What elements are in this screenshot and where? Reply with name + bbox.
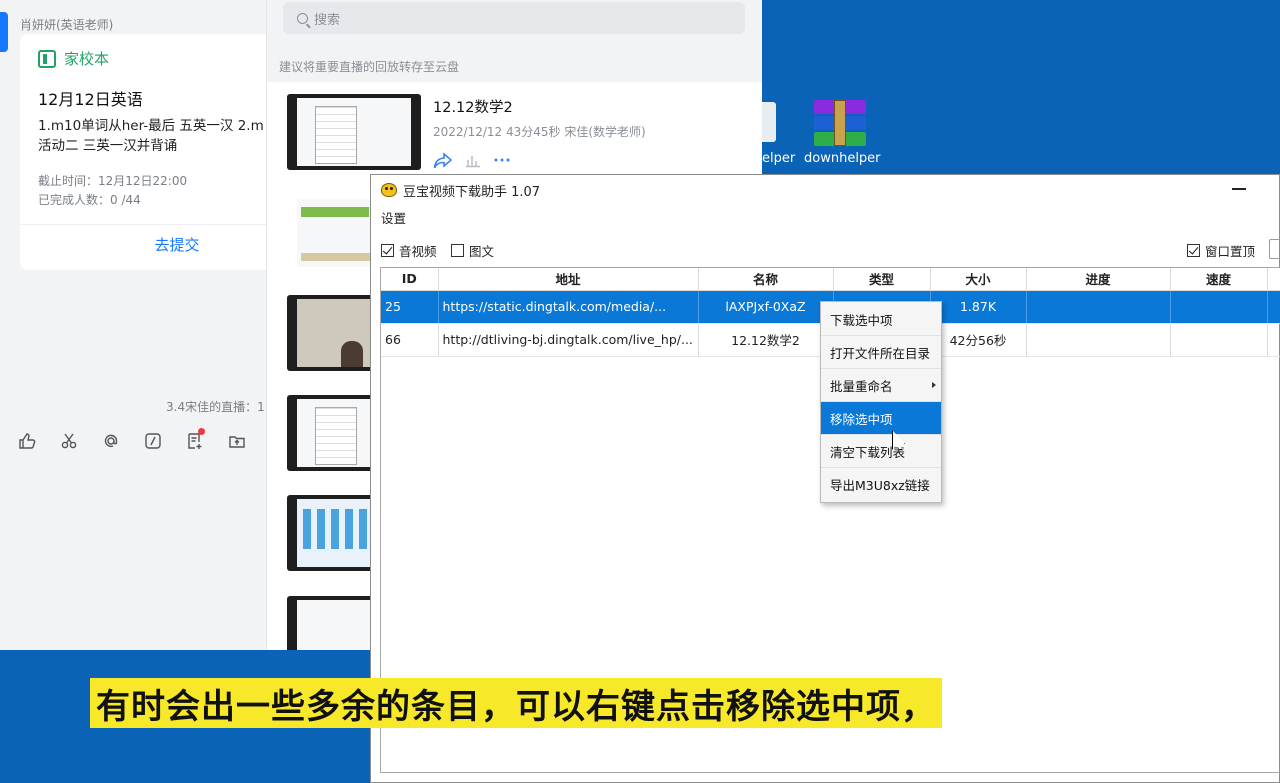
menu-item-batch-rename[interactable]: 批量重命名 bbox=[821, 369, 941, 402]
column-header[interactable]: 地址 bbox=[438, 268, 699, 291]
cell-speed bbox=[1170, 323, 1268, 357]
window-title: 豆宝视频下载助手 1.07 bbox=[403, 184, 541, 200]
column-header[interactable]: 类型 bbox=[833, 268, 931, 291]
thumbs-up-icon[interactable] bbox=[16, 430, 37, 451]
playback-list-header: 搜索 建议将重要直播的回放转存至云盘 bbox=[267, 0, 762, 82]
stats-icon[interactable] bbox=[465, 152, 481, 174]
cell-size: 1.87K bbox=[930, 290, 1027, 324]
search-icon bbox=[297, 12, 308, 24]
desktop-icon-label[interactable]: elper bbox=[762, 151, 795, 166]
card-body: 1.m10单词从her-最后 五英一汉 2.m 活动二 三英一汉并背诵 bbox=[38, 116, 266, 156]
cell-name: lAXPJxf-0XaZ bbox=[698, 290, 834, 324]
app-badge[interactable] bbox=[0, 12, 8, 52]
menu-item-clear-list[interactable]: 清空下载列表 bbox=[821, 435, 941, 468]
menu-item-export-m3u8[interactable]: 导出M3U8xz链接 bbox=[821, 468, 941, 501]
cell-url: https://static.dingtalk.com/media/... bbox=[438, 290, 699, 324]
submenu-arrow-icon bbox=[932, 382, 936, 388]
share-icon[interactable] bbox=[433, 152, 453, 174]
menu-item-remove-selected[interactable]: 移除选中项 bbox=[821, 402, 941, 435]
chat-toolbar bbox=[16, 428, 247, 451]
cell-filler bbox=[1267, 290, 1280, 324]
upload-icon[interactable] bbox=[226, 430, 247, 451]
card-body-line: 1.m10单词从her-最后 五英一汉 2.m bbox=[38, 118, 264, 134]
submit-button[interactable]: 去提交 bbox=[20, 234, 266, 255]
recording-thumbnail[interactable] bbox=[287, 94, 421, 170]
cloud-storage-tip: 建议将重要直播的回放转存至云盘 bbox=[279, 60, 460, 74]
cell-speed bbox=[1170, 290, 1268, 324]
menubar: 设置 bbox=[371, 205, 1279, 229]
window-titlebar[interactable]: 豆宝视频下载助手 1.07 bbox=[371, 175, 1279, 205]
recording-title[interactable]: 12.12数学2 bbox=[433, 96, 513, 117]
subtitle-caption: 有时会出一些多余的条目，可以右键点击移除选中项， bbox=[90, 678, 942, 728]
checkbox-label: 音视频 bbox=[399, 244, 437, 259]
cell-progress bbox=[1026, 290, 1171, 324]
table-header: ID 地址 名称 类型 大小 进度 速度 bbox=[381, 268, 1280, 291]
card-title: 12月12日英语 bbox=[38, 90, 143, 109]
cell-id: 66 bbox=[381, 323, 439, 357]
chat-note: 3.4宋佳的直播：1 bbox=[166, 400, 265, 414]
desktop-icon-label[interactable]: downhelper bbox=[804, 151, 881, 166]
slash-icon[interactable] bbox=[142, 430, 163, 451]
partial-button[interactable] bbox=[1269, 239, 1280, 259]
chat-panel: 肖妍妍(英语老师) 家校本 12月12日英语 1.m10单词从her-最后 五英… bbox=[0, 0, 266, 650]
card-completed-count: 已完成人数：0 /44 bbox=[38, 193, 141, 207]
card-app-name: 家校本 bbox=[64, 50, 110, 68]
cell-progress bbox=[1026, 323, 1171, 357]
desktop-app-icon[interactable] bbox=[762, 102, 776, 142]
checkbox-box[interactable] bbox=[451, 244, 464, 257]
minimize-button[interactable] bbox=[1232, 188, 1246, 190]
pin-window-checkbox[interactable]: 窗口置顶 bbox=[1187, 241, 1255, 260]
column-header[interactable]: 进度 bbox=[1026, 268, 1171, 291]
search-placeholder: 搜索 bbox=[314, 12, 341, 28]
column-header-filler bbox=[1267, 268, 1280, 291]
image-text-checkbox[interactable]: 图文 bbox=[451, 241, 494, 260]
filter-options: 音视频 图文 窗口置顶 bbox=[371, 237, 1279, 261]
winrar-archive-icon[interactable] bbox=[814, 100, 866, 146]
column-header[interactable]: ID bbox=[381, 268, 439, 291]
context-menu: 下载选中项 打开文件所在目录 批量重命名 移除选中项 清空下载列表 导出M3U8… bbox=[820, 301, 942, 503]
checkbox-box[interactable] bbox=[381, 244, 394, 257]
recording-actions bbox=[433, 152, 511, 174]
task-icon[interactable] bbox=[184, 428, 205, 451]
at-icon[interactable] bbox=[100, 430, 121, 451]
checkbox-box[interactable] bbox=[1187, 244, 1200, 257]
homework-book-icon bbox=[38, 49, 56, 68]
column-header[interactable]: 速度 bbox=[1170, 268, 1268, 291]
cell-id: 25 bbox=[381, 290, 439, 324]
cell-size: 42分56秒 bbox=[930, 323, 1027, 357]
menu-item-label: 批量重命名 bbox=[830, 378, 893, 394]
notification-dot bbox=[198, 428, 205, 435]
menu-settings[interactable]: 设置 bbox=[381, 208, 406, 227]
cell-url: http://dtliving-bj.dingtalk.com/live_hp/… bbox=[438, 323, 699, 357]
menu-item-open-folder[interactable]: 打开文件所在目录 bbox=[821, 336, 941, 369]
cell-name: 12.12数学2 bbox=[698, 323, 834, 357]
checkbox-label: 窗口置顶 bbox=[1205, 244, 1256, 259]
column-header[interactable]: 大小 bbox=[930, 268, 1027, 291]
scissors-icon[interactable] bbox=[58, 430, 79, 451]
column-header[interactable]: 名称 bbox=[698, 268, 834, 291]
sender-name: 肖妍妍(英语老师) bbox=[20, 18, 114, 32]
search-input[interactable]: 搜索 bbox=[283, 2, 745, 34]
recording-meta: 2022/12/12 43分45秒 宋佳(数学老师) bbox=[433, 125, 646, 139]
checkbox-label: 图文 bbox=[469, 244, 495, 259]
cell-filler bbox=[1267, 323, 1280, 357]
card-deadline: 截止时间：12月12日22:00 bbox=[38, 174, 188, 188]
bean-app-icon bbox=[381, 183, 397, 197]
more-icon[interactable] bbox=[493, 152, 511, 174]
audio-video-checkbox[interactable]: 音视频 bbox=[381, 241, 437, 260]
card-body-line: 活动二 三英一汉并背诵 bbox=[38, 138, 178, 154]
homework-card[interactable]: 家校本 12月12日英语 1.m10单词从her-最后 五英一汉 2.m 活动二… bbox=[20, 34, 266, 270]
menu-item-download-selected[interactable]: 下载选中项 bbox=[821, 303, 941, 336]
card-app-header: 家校本 bbox=[38, 48, 109, 69]
card-divider bbox=[20, 224, 266, 225]
